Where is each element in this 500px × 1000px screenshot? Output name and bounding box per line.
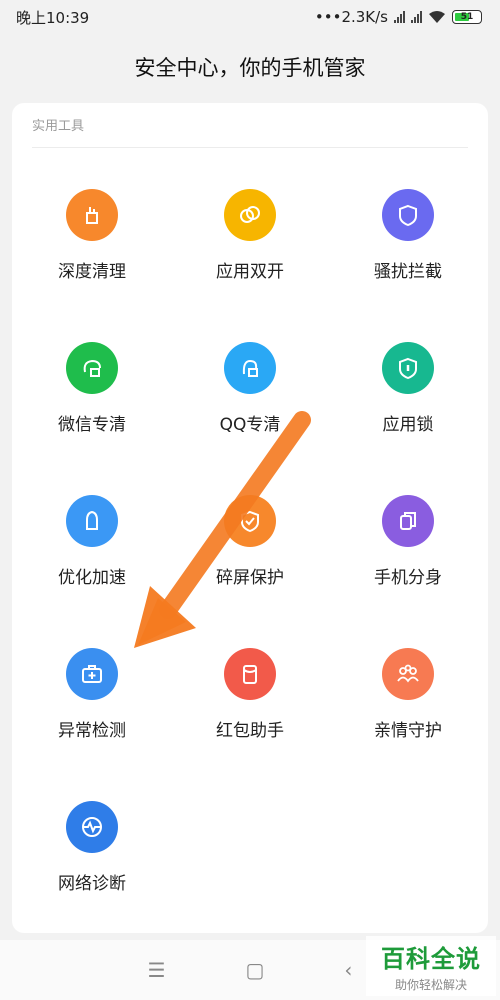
shield-icon [382,189,434,241]
tool-wechat-clean[interactable]: 微信专清 [14,334,170,474]
tool-app-lock[interactable]: 应用锁 [330,334,486,474]
tool-label: QQ专清 [219,415,281,435]
page-title: 安全中心，你的手机管家 [134,56,366,80]
tools-card: 实用工具 深度清理 应用双开 骚扰拦截 微信专清 QQ专清 应用锁 优化加速 碎… [12,103,488,933]
network-speed: •••2.3K/s [314,8,388,26]
tool-network-diagnose[interactable]: 网络诊断 [14,793,170,933]
tool-optimize[interactable]: 优化加速 [14,487,170,627]
tool-phone-clone[interactable]: 手机分身 [330,487,486,627]
red-packet-icon [224,648,276,700]
back-button[interactable]: ‹ [344,958,352,982]
network-pulse-icon [66,801,118,853]
qq-clean-icon [224,342,276,394]
tool-screen-protect[interactable]: 碎屏保护 [172,487,328,627]
section-label: 实用工具 [32,119,85,134]
signal-icon [394,11,405,23]
watermark-sub: 助你轻松解决 [394,978,467,992]
tool-family-guard[interactable]: 亲情守护 [330,640,486,780]
tool-label: 红包助手 [216,721,284,741]
battery-icon: 51 [452,10,482,24]
medical-kit-icon [66,648,118,700]
divider [32,147,468,148]
home-button[interactable]: ▢ [246,958,265,982]
tool-red-packet[interactable]: 红包助手 [172,640,328,780]
status-bar: 晚上10:39 •••2.3K/s 51 [0,0,500,34]
tool-label: 应用双开 [216,262,284,282]
phone-clone-icon [382,495,434,547]
tool-label: 微信专清 [58,415,126,435]
signal-2-icon [411,11,422,23]
screen-shield-icon [224,495,276,547]
tool-label: 异常检测 [58,721,126,741]
dual-circle-icon [224,189,276,241]
tool-dual-apps[interactable]: 应用双开 [172,181,328,321]
tool-label: 应用锁 [382,415,434,435]
tool-label: 碎屏保护 [216,568,284,588]
menu-button[interactable]: ☰ [148,958,166,982]
tool-label: 骚扰拦截 [374,262,442,282]
tool-deep-clean[interactable]: 深度清理 [14,181,170,321]
broom-icon [66,189,118,241]
status-indicators: •••2.3K/s 51 [315,8,482,26]
status-time: 晚上10:39 [16,8,90,27]
tool-label: 手机分身 [374,568,442,588]
wechat-clean-icon [66,342,118,394]
watermark-logo: 百科全说 助你轻松解决 [366,936,496,996]
lock-shield-icon [382,342,434,394]
tool-qq-clean[interactable]: QQ专清 [172,334,328,474]
family-icon [382,648,434,700]
tool-label: 优化加速 [58,568,126,588]
watermark-main: 百科全说 [381,945,481,973]
rocket-icon [66,495,118,547]
tool-label: 深度清理 [58,262,126,282]
tool-anomaly-detect[interactable]: 异常检测 [14,640,170,780]
tool-label: 亲情守护 [374,721,442,741]
tool-harass-block[interactable]: 骚扰拦截 [330,181,486,321]
wifi-icon [429,11,445,23]
tool-label: 网络诊断 [58,874,126,894]
